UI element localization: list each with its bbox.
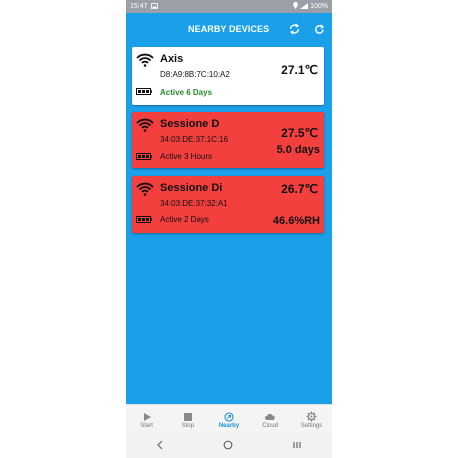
device-name: Axis — [160, 53, 184, 65]
status-time: 15:47 — [130, 3, 148, 10]
wifi-icon — [136, 53, 154, 67]
nav-stop[interactable]: Stop — [167, 405, 208, 435]
device-status: Active 2 Days — [160, 215, 209, 224]
system-nav — [126, 434, 332, 458]
battery-icon — [136, 153, 152, 160]
bottom-nav: Start Stop Nearby Cloud Settings — [126, 404, 332, 435]
device-status: Active 6 Days — [160, 88, 213, 97]
device-card-axis[interactable]: Axis D8:A9:8B:7C:10:A2 Active 6 Days 27.… — [132, 47, 324, 105]
device-battery-life: 5.0 days — [276, 144, 320, 156]
device-temperature: 27.1℃ — [281, 63, 318, 77]
device-status: Active 3 Hours — [160, 152, 213, 161]
refresh-icon[interactable] — [311, 21, 327, 37]
nav-settings-label: Settings — [300, 423, 323, 429]
device-card-sessione-di[interactable]: Sessione Di 34:03:DE:37:32:A1 Active 2 D… — [132, 176, 324, 233]
wifi-icon — [136, 118, 154, 132]
device-name: Sessione D — [160, 118, 220, 130]
status-battery: 100% — [310, 3, 328, 10]
device-mac: D8:A9:8B:7C:10:A2 — [160, 70, 230, 79]
app-bar: NEARBY DEVICES — [126, 13, 332, 45]
stop-icon — [183, 412, 192, 421]
device-name: Sessione Di — [160, 182, 223, 194]
page-title: NEARBY DEVICES — [188, 24, 270, 34]
nav-cloud-label: Cloud — [262, 422, 279, 429]
status-bar: 15:47 100% — [126, 0, 332, 13]
nav-start[interactable]: Start — [126, 405, 167, 435]
device-mac: 34:03:DE:37:32:A1 — [160, 199, 228, 208]
phone-screen: 15:47 100% NEARBY DEVICES Axis D8:A9:8B:… — [126, 0, 332, 458]
home-icon[interactable] — [223, 437, 233, 455]
recents-icon[interactable] — [292, 437, 302, 455]
gallery-icon — [150, 2, 158, 11]
device-temperature: 27.5℃ — [281, 126, 318, 140]
cloud-icon — [265, 413, 275, 420]
nav-stop-label: Stop — [181, 422, 194, 429]
gear-icon — [306, 411, 317, 422]
nav-nearby[interactable]: Nearby — [208, 405, 249, 435]
device-humidity: 46.6%RH — [272, 215, 320, 227]
device-temperature: 26.7℃ — [281, 182, 318, 196]
nav-nearby-label: Nearby — [218, 422, 240, 429]
nearby-icon — [224, 411, 234, 422]
battery-icon — [136, 88, 152, 95]
device-card-sessione-d[interactable]: Sessione D 34:03:DE:37:1C:16 Active 3 Ho… — [132, 112, 324, 168]
signal-icon — [300, 2, 309, 11]
play-icon — [143, 412, 151, 421]
nav-settings[interactable]: Settings — [291, 405, 332, 435]
nav-cloud[interactable]: Cloud — [250, 405, 291, 435]
device-mac: 34:03:DE:37:1C:16 — [160, 135, 229, 144]
nav-start-label: Start — [140, 422, 153, 429]
battery-icon — [136, 216, 152, 223]
sync-icon[interactable] — [286, 21, 302, 37]
back-icon[interactable] — [156, 437, 164, 455]
wifi-icon — [136, 182, 154, 196]
location-icon — [293, 2, 298, 11]
